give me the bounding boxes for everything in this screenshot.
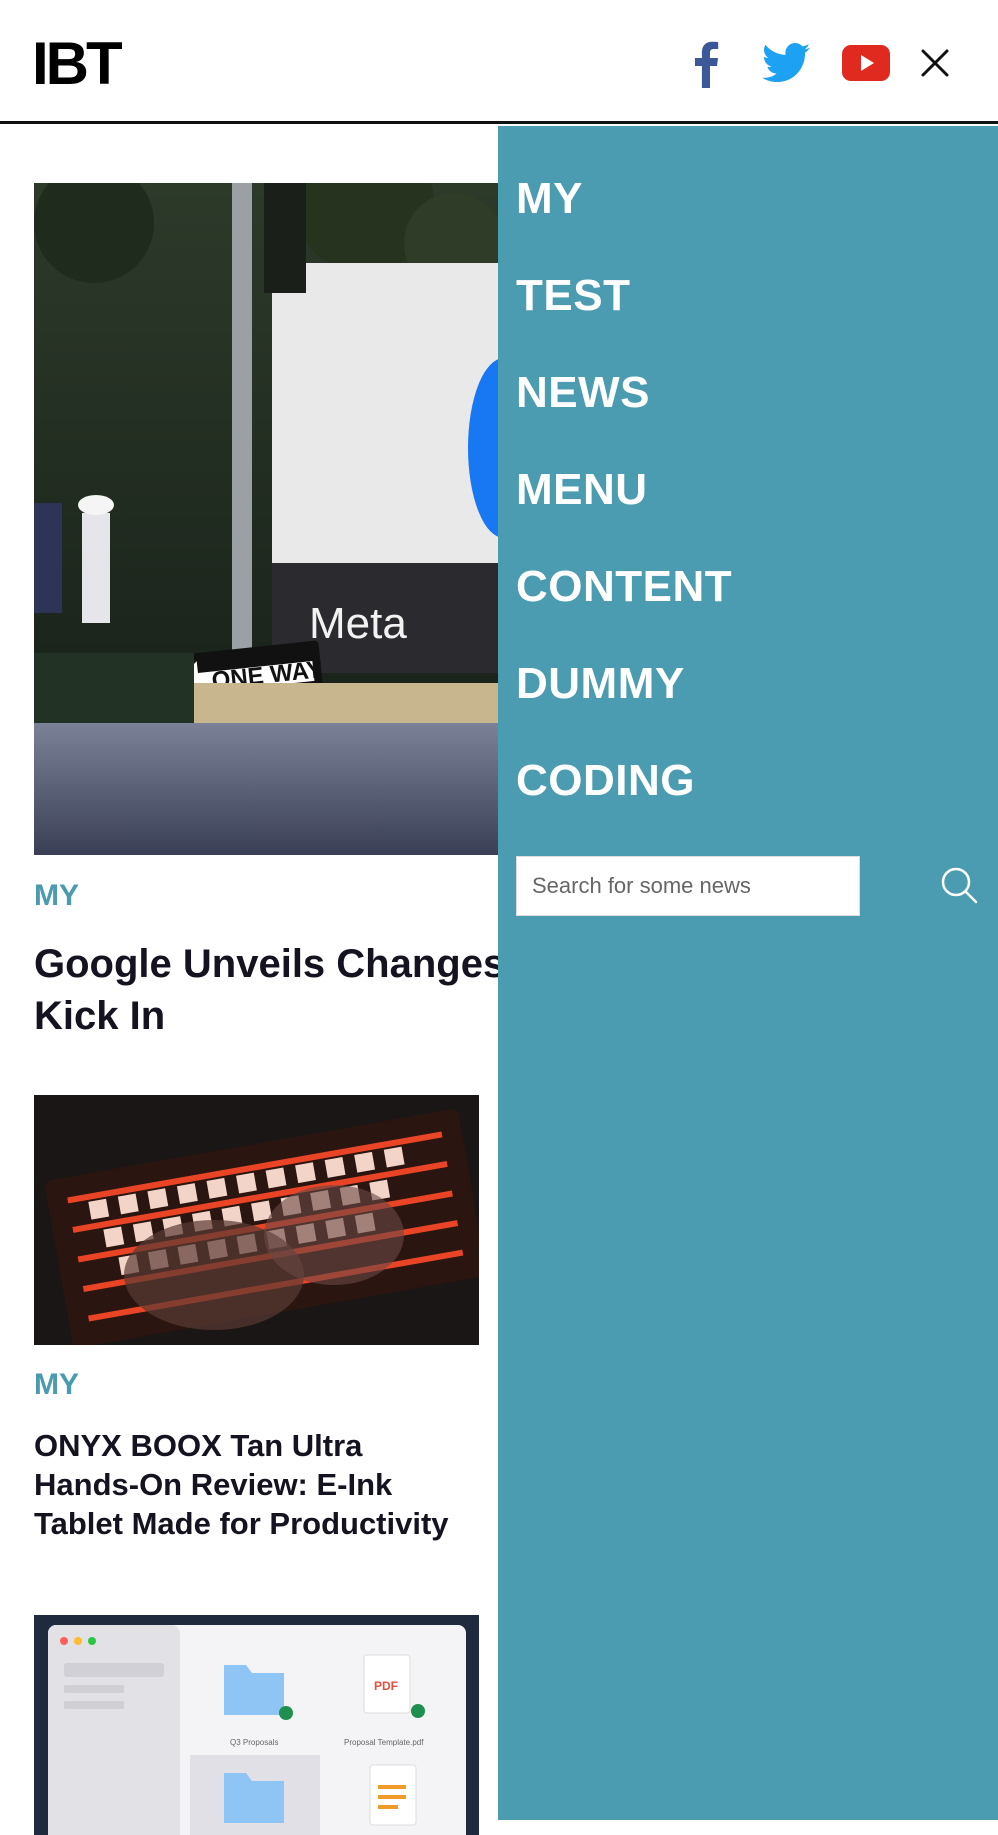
facebook-icon[interactable]: [688, 38, 724, 90]
twitter-icon[interactable]: [760, 40, 812, 86]
article-title[interactable]: Google Unveils Changes Kick In: [34, 938, 534, 1042]
menu-item-test[interactable]: TEST: [516, 274, 630, 318]
article-image-keyboard[interactable]: [34, 1095, 479, 1345]
close-icon[interactable]: [916, 44, 954, 82]
menu-item-news[interactable]: NEWS: [516, 371, 650, 415]
menu-item-my[interactable]: MY: [516, 177, 583, 221]
search-icon[interactable]: [938, 864, 980, 906]
article-image-file-manager[interactable]: Q3 Proposals PDF Proposal Template.pdf: [34, 1615, 479, 1835]
article-image-meta-sign[interactable]: Meta ONE WAY: [34, 183, 498, 855]
site-logo[interactable]: IBT: [32, 34, 123, 94]
article-title[interactable]: ONYX BOOX Tan Ultra Hands-On Review: E-I…: [34, 1426, 474, 1543]
article-category[interactable]: MY: [34, 1368, 79, 1402]
pdf-badge: PDF: [374, 1679, 398, 1693]
nav-menu-panel: MY TEST NEWS MENU CONTENT DUMMY CODING: [498, 126, 998, 1820]
article-category[interactable]: MY: [34, 879, 79, 913]
site-header: IBT: [0, 0, 998, 124]
file-label: Proposal Template.pdf: [344, 1738, 424, 1747]
youtube-icon[interactable]: [842, 44, 890, 82]
meta-logo-text: Meta: [309, 599, 407, 648]
search-input[interactable]: [516, 856, 860, 916]
menu-item-menu[interactable]: MENU: [516, 468, 648, 512]
menu-item-dummy[interactable]: DUMMY: [516, 662, 685, 706]
menu-item-coding[interactable]: CODING: [516, 759, 695, 803]
file-label: Q3 Proposals: [230, 1738, 278, 1747]
menu-item-content[interactable]: CONTENT: [516, 565, 732, 609]
